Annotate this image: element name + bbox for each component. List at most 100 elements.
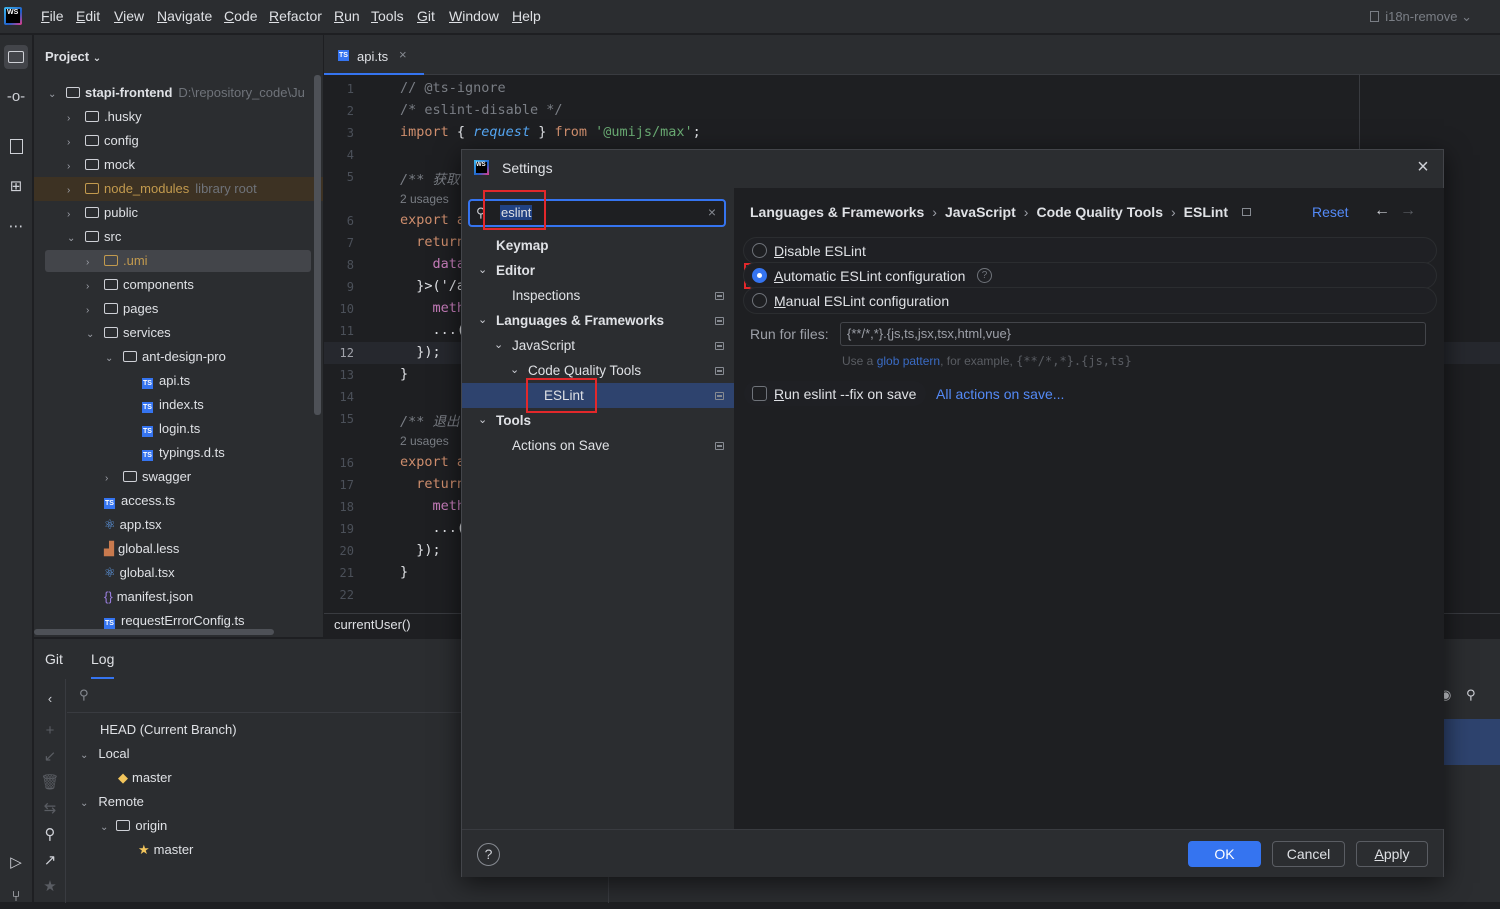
eslint-mode-option[interactable]: Manual ESLint configuration: [744, 288, 1436, 313]
project-tree-item[interactable]: › public: [67, 201, 138, 225]
compare-icon[interactable]: ⇆: [38, 797, 62, 821]
chevron-right-icon[interactable]: ›: [67, 203, 77, 227]
menu-window[interactable]: Window: [449, 8, 499, 24]
chevron-right-icon[interactable]: ›: [86, 299, 96, 323]
fix-on-save-checkbox[interactable]: Run eslint --fix on save: [744, 381, 926, 406]
cancel-button[interactable]: Cancel: [1272, 841, 1345, 867]
menu-navigate[interactable]: Navigate: [157, 8, 212, 24]
menu-run[interactable]: Run: [334, 8, 360, 24]
settings-nav-item[interactable]: Keymap: [462, 233, 734, 258]
branch-widget[interactable]: i18n-remove ⌄: [1370, 9, 1472, 25]
project-tree-item[interactable]: TS login.ts: [124, 417, 200, 441]
collapse-icon[interactable]: ‹: [38, 687, 62, 711]
menu-tools[interactable]: Tools: [371, 8, 404, 24]
git-tree-local-master[interactable]: ◆ master: [118, 766, 172, 790]
project-tree-item[interactable]: › pages: [86, 297, 158, 321]
delete-icon[interactable]: 🗑: [38, 771, 62, 795]
glob-pattern-link[interactable]: glob pattern: [877, 354, 940, 368]
project-tree-item[interactable]: ⚛ app.tsx: [86, 513, 162, 537]
close-icon[interactable]: ×: [1411, 156, 1435, 179]
usages-hint[interactable]: 2 usages: [400, 434, 449, 448]
eslint-mode-option[interactable]: Disable ESLint: [744, 238, 1436, 263]
git-tree-remote[interactable]: ⌄ Remote: [80, 790, 144, 814]
radio-button[interactable]: [752, 268, 767, 283]
chevron-down-icon[interactable]: ⌄: [86, 323, 96, 347]
chevron-down-icon[interactable]: ⌄: [510, 358, 519, 383]
log-selected-row[interactable]: [1444, 719, 1500, 765]
chevron-down-icon[interactable]: ⌄: [67, 227, 77, 251]
reset-link[interactable]: Reset: [1312, 204, 1349, 220]
project-tree-item[interactable]: › components: [86, 273, 194, 297]
search-icon[interactable]: ⚲: [1466, 687, 1476, 703]
chevron-right-icon[interactable]: ›: [86, 275, 96, 299]
project-tree-item[interactable]: TS index.ts: [124, 393, 204, 417]
eslint-mode-option[interactable]: Automatic ESLint configuration?: [744, 263, 1436, 288]
project-tool-icon[interactable]: [4, 45, 28, 69]
project-tree-item[interactable]: TS typings.d.ts: [124, 441, 225, 465]
project-tree-item[interactable]: › mock: [67, 153, 135, 177]
menu-edit[interactable]: Edit: [76, 8, 100, 24]
settings-nav-item[interactable]: ⌄ Code Quality Tools: [462, 358, 734, 383]
add-branch-icon[interactable]: +: [38, 719, 62, 743]
chevron-down-icon[interactable]: ⌄: [478, 408, 487, 433]
chevron-down-icon[interactable]: ⌄: [478, 258, 487, 283]
project-tree-item[interactable]: › .husky: [67, 105, 142, 129]
project-tree-item[interactable]: ⌄ services: [86, 321, 171, 345]
project-tree-item[interactable]: ▟ global.less: [86, 537, 179, 561]
settings-nav-item[interactable]: ⌄ JavaScript: [462, 333, 734, 358]
clear-search-icon[interactable]: ×: [708, 204, 716, 220]
close-tab-icon[interactable]: ×: [399, 47, 407, 62]
menu-view[interactable]: View: [114, 8, 144, 24]
run-for-files-input[interactable]: {**/*,*}.{js,ts,jsx,tsx,html,vue}: [840, 322, 1426, 346]
settings-nav-item[interactable]: Actions on Save: [462, 433, 734, 458]
ok-button[interactable]: OK: [1188, 841, 1261, 867]
git-tree-origin-master[interactable]: ★ master: [138, 838, 193, 862]
project-tree-item[interactable]: TS access.ts: [86, 489, 175, 513]
project-scrollbar[interactable]: [314, 75, 321, 415]
project-tree-item[interactable]: › swagger: [105, 465, 191, 489]
help-icon[interactable]: ?: [977, 268, 992, 283]
git-tree-head[interactable]: HEAD (Current Branch): [100, 718, 237, 742]
settings-nav-item[interactable]: Inspections: [462, 283, 734, 308]
project-panel-title[interactable]: Project ⌄: [45, 49, 101, 64]
editor-tab-api-ts[interactable]: TS api.ts ×: [324, 35, 424, 75]
more-tools-icon[interactable]: ⋯: [4, 215, 28, 239]
settings-nav-item[interactable]: ESLint: [462, 383, 734, 408]
chevron-right-icon[interactable]: ›: [86, 251, 96, 275]
update-icon[interactable]: ↙: [38, 745, 62, 769]
menu-help[interactable]: Help: [512, 8, 541, 24]
services-tool-icon[interactable]: ▷: [4, 851, 28, 875]
all-actions-on-save-link[interactable]: All actions on save...: [936, 386, 1064, 402]
chevron-down-icon[interactable]: ⌄: [105, 347, 115, 371]
chevron-down-icon[interactable]: ⌄: [478, 308, 487, 333]
chevron-down-icon[interactable]: ⌄: [48, 83, 58, 107]
favorite-icon[interactable]: ★: [38, 875, 62, 899]
apply-button[interactable]: Apply: [1356, 841, 1428, 867]
settings-nav-item[interactable]: ⌄ Editor: [462, 258, 734, 283]
tab-git[interactable]: Git: [45, 651, 63, 667]
git-branch-tool-icon[interactable]: ⑂: [4, 885, 28, 909]
radio-button[interactable]: [752, 293, 767, 308]
help-icon[interactable]: ?: [477, 843, 500, 866]
settings-nav-item[interactable]: ⌄ Languages & Frameworks: [462, 308, 734, 333]
webstorm-logo[interactable]: WS: [4, 7, 22, 25]
chevron-down-icon[interactable]: ⌄: [494, 333, 503, 358]
usages-hint[interactable]: 2 usages: [400, 192, 449, 206]
chevron-right-icon[interactable]: ›: [67, 107, 77, 131]
git-tree-origin[interactable]: ⌄ origin: [100, 814, 167, 838]
menu-git[interactable]: Git: [417, 8, 435, 24]
radio-button[interactable]: [752, 243, 767, 258]
search-icon[interactable]: ⚲: [38, 823, 62, 847]
plugins-tool-icon[interactable]: ⊞: [4, 175, 28, 199]
menu-file[interactable]: File: [41, 8, 64, 24]
project-tree-item[interactable]: ⌄ stapi-frontend D:\repository_code\Ju: [48, 81, 305, 105]
chevron-right-icon[interactable]: ›: [67, 179, 77, 203]
project-tree-item[interactable]: › config: [67, 129, 139, 153]
chevron-right-icon[interactable]: ›: [67, 131, 77, 155]
settings-nav-item[interactable]: ⌄ Tools: [462, 408, 734, 433]
tab-log[interactable]: Log: [91, 651, 115, 679]
project-tree-item[interactable]: ⌄ ant-design-pro: [105, 345, 226, 369]
menu-refactor[interactable]: Refactor: [269, 8, 322, 24]
structure-tool-icon[interactable]: [4, 135, 28, 159]
chevron-right-icon[interactable]: ›: [67, 155, 77, 179]
